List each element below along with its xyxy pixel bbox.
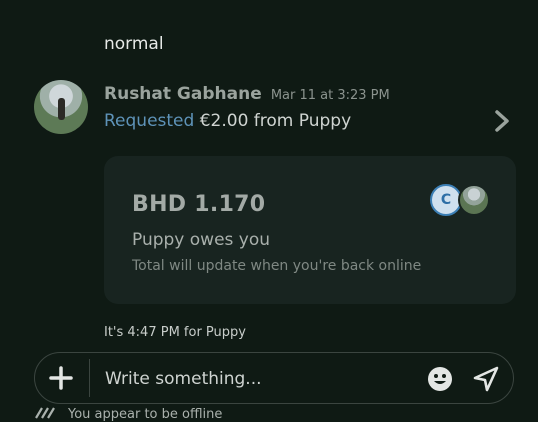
offline-banner: You appear to be offline (34, 406, 222, 422)
chevron-right-icon[interactable] (492, 109, 512, 133)
message-header: Rushat Gabhane Mar 11 at 3:23 PM (104, 84, 390, 104)
request-card[interactable]: BHD 1.170 Puppy owes you Total will upda… (104, 156, 516, 304)
request-from: from Puppy (253, 111, 352, 131)
emoji-icon[interactable] (427, 366, 453, 392)
local-time-note: It's 4:47 PM for Puppy (104, 325, 246, 340)
card-amount: BHD 1.170 (132, 192, 266, 217)
message-composer (34, 352, 514, 404)
card-status: Puppy owes you (132, 230, 271, 250)
offline-text: You appear to be offline (68, 407, 223, 422)
previous-message: normal (104, 34, 164, 54)
message-input[interactable] (105, 366, 405, 392)
sender-name[interactable]: Rushat Gabhane (104, 84, 262, 104)
request-summary[interactable]: Requested €2.00 from Puppy (104, 111, 351, 131)
request-status: Requested (104, 111, 195, 131)
offline-icon (35, 407, 55, 419)
composer-divider (89, 359, 90, 397)
request-amount: €2.00 (199, 111, 249, 131)
card-note: Total will update when you're back onlin… (132, 258, 422, 274)
participant-avatar (458, 184, 490, 216)
plus-icon[interactable] (45, 362, 77, 394)
message-timestamp: Mar 11 at 3:23 PM (270, 88, 390, 103)
sender-avatar[interactable] (34, 80, 88, 134)
send-icon[interactable] (473, 366, 499, 392)
